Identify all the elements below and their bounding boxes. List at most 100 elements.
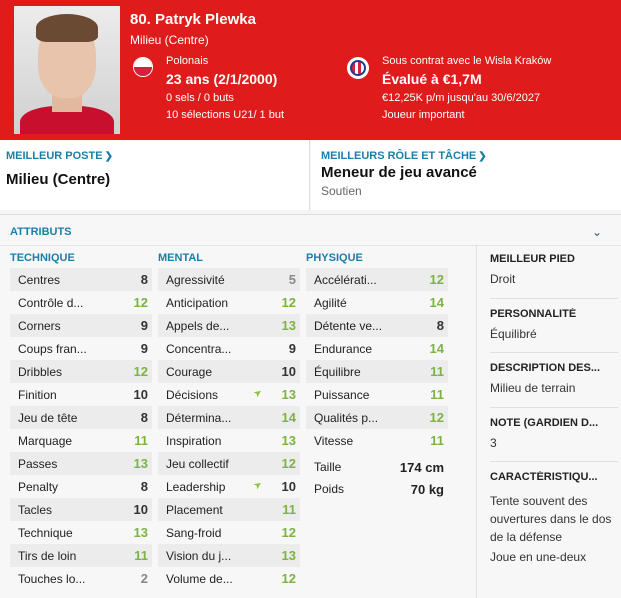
attribute-value: 12 (429, 272, 444, 287)
wage-info: €12,25K p/m jusqu'au 30/6/2027 (382, 92, 541, 104)
attribute-row[interactable]: Contrôle d... 12 (10, 291, 152, 314)
attribute-name: Contrôle d... (18, 295, 84, 310)
attribute-value: 13 (133, 525, 148, 540)
attribute-row[interactable]: Concentra... 9 (158, 337, 300, 360)
nationality: Polonais (166, 55, 209, 67)
player-photo (14, 6, 120, 134)
attribute-row[interactable]: Inspiration 13 (158, 429, 300, 452)
attribute-name: Placement (166, 502, 223, 517)
best-role-link[interactable]: MEILLEURS RÔLE ET TÂCHE ❯ (321, 150, 487, 162)
attribute-value: 11 (134, 433, 148, 448)
attributes-panel: ATTRIBUTS ⌄ TECHNIQUE MENTAL PHYSIQUE Ce… (0, 214, 621, 598)
attribute-row[interactable]: Technique 13 (10, 521, 152, 544)
attribute-row[interactable]: Jeu de tête 8 (10, 406, 152, 429)
attribute-value: 14 (281, 410, 296, 425)
trait-item: Joue en une-deux (490, 550, 587, 564)
attribute-row[interactable]: Appels de... 13 (158, 314, 300, 337)
attribute-name: Accélérati... (314, 272, 377, 287)
attribute-value: 12 (133, 364, 148, 379)
attribute-row[interactable]: Sang-froid 12 (158, 521, 300, 544)
technical-heading: TECHNIQUE (10, 252, 75, 264)
attribute-row[interactable]: Décisions ➤ 13 (158, 383, 300, 406)
mental-attributes-list: Agressivité 5 Anticipation 12 Appels de... 13… (158, 268, 300, 590)
best-position-link[interactable]: MEILLEUR POSTE ❯ (6, 150, 113, 162)
attribute-row[interactable]: Équilibre 11 (306, 360, 448, 383)
attribute-row[interactable]: Accélérati... 12 (306, 268, 448, 291)
trend-up-arrow-icon: ➤ (251, 478, 265, 493)
attribute-row[interactable]: Coups fran... 9 (10, 337, 152, 360)
best-position-panel: MEILLEUR POSTE ❯ Milieu (Centre) (0, 140, 310, 210)
attribute-row[interactable]: Jeu collectif 12 (158, 452, 300, 475)
mental-heading: MENTAL (158, 252, 204, 264)
attribute-value: 10 (281, 479, 296, 494)
best-role-panel: MEILLEURS RÔLE ET TÂCHE ❯ Meneur de jeu a… (311, 140, 621, 210)
physical-measurements: Taille 174 cm Poids 70 kg (306, 456, 448, 500)
attribute-name: Vitesse (314, 433, 354, 448)
attribute-name: Courage (166, 364, 213, 379)
attribute-name: Concentra... (166, 341, 232, 356)
attribute-row[interactable]: Détermina... 14 (158, 406, 300, 429)
attribute-name: Coups fran... (18, 341, 87, 356)
attribute-row[interactable]: Leadership ➤ 10 (158, 475, 300, 498)
attribute-name: Détermina... (166, 410, 232, 425)
attribute-value: 13 (133, 456, 148, 471)
attribute-row[interactable]: Courage 10 (158, 360, 300, 383)
attribute-value: 11 (430, 364, 444, 379)
attribute-value: 13 (281, 548, 296, 563)
attribute-name: Technique (18, 525, 73, 540)
attribute-name: Passes (18, 456, 58, 471)
chevron-right-icon: ❯ (478, 151, 487, 162)
attribute-row[interactable]: Corners 9 (10, 314, 152, 337)
attribute-row[interactable]: Marquage 11 (10, 429, 152, 452)
attribute-row[interactable]: Endurance 14 (306, 337, 448, 360)
technical-attributes-list: Centres 8 Contrôle d... 12 Corners 9 Coups fra… (10, 268, 152, 590)
player-header: 80. Patryk Plewka Milieu (Centre) Polona… (0, 0, 621, 140)
media-description: DESCRIPTION DES... Milieu de terrain (490, 362, 601, 395)
attribute-row[interactable]: Vision du j... 13 (158, 544, 300, 567)
club-badge-icon[interactable] (347, 57, 369, 79)
player-position: Milieu (Centre) (130, 33, 209, 47)
attribute-name: Décisions (166, 387, 219, 402)
poland-flag-icon (133, 57, 153, 77)
attribute-row[interactable]: Volume de... 12 (158, 567, 300, 590)
attribute-name: Jeu de tête (18, 410, 78, 425)
attribute-row[interactable]: Puissance 11 (306, 383, 448, 406)
attribute-name: Touches lo... (18, 571, 86, 586)
attribute-row[interactable]: Agressivité 5 (158, 268, 300, 291)
attribute-value: 2 (140, 571, 148, 586)
attribute-name: Inspiration (166, 433, 222, 448)
attribute-row[interactable]: Finition 10 (10, 383, 152, 406)
attribute-row[interactable]: Dribbles 12 (10, 360, 152, 383)
attribute-value: 10 (281, 364, 296, 379)
height-row: Taille 174 cm (314, 459, 444, 475)
attribute-value: 9 (140, 318, 148, 333)
attribute-row[interactable]: Vitesse 11 (306, 429, 448, 452)
attribute-row[interactable]: Placement 11 (158, 498, 300, 521)
chevron-down-icon[interactable]: ⌄ (592, 225, 602, 239)
height-value: 174 cm (399, 459, 444, 475)
attribute-value: 14 (429, 295, 444, 310)
best-role-value: Meneur de jeu avancé (321, 164, 477, 181)
attribute-value: 12 (281, 525, 296, 540)
attribute-row[interactable]: Anticipation 12 (158, 291, 300, 314)
attribute-row[interactable]: Centres 8 (10, 268, 152, 291)
attribute-row[interactable]: Touches lo... 2 (10, 567, 152, 590)
attribute-name: Agressivité (166, 272, 225, 287)
personality: PERSONNALITÉ Équilibré (490, 308, 577, 341)
attribute-name: Agilité (314, 295, 347, 310)
trait-item: Tente souvent des ouvertures dans le dos… (490, 494, 612, 544)
attribute-row[interactable]: Tirs de loin 11 (10, 544, 152, 567)
attribute-name: Anticipation (166, 295, 229, 310)
attribute-row[interactable]: Passes 13 (10, 452, 152, 475)
attribute-row[interactable]: Penalty 8 (10, 475, 152, 498)
attribute-value: 12 (281, 456, 296, 471)
attribute-row[interactable]: Détente ve... 8 (306, 314, 448, 337)
attribute-value: 13 (281, 318, 296, 333)
attribute-row[interactable]: Tacles 10 (10, 498, 152, 521)
attribute-value: 13 (281, 387, 296, 402)
player-name: 80. Patryk Plewka (130, 11, 256, 28)
attribute-row[interactable]: Qualités p... 12 (306, 406, 448, 429)
attribute-value: 9 (140, 341, 148, 356)
attribute-value: 11 (430, 433, 444, 448)
attribute-row[interactable]: Agilité 14 (306, 291, 448, 314)
